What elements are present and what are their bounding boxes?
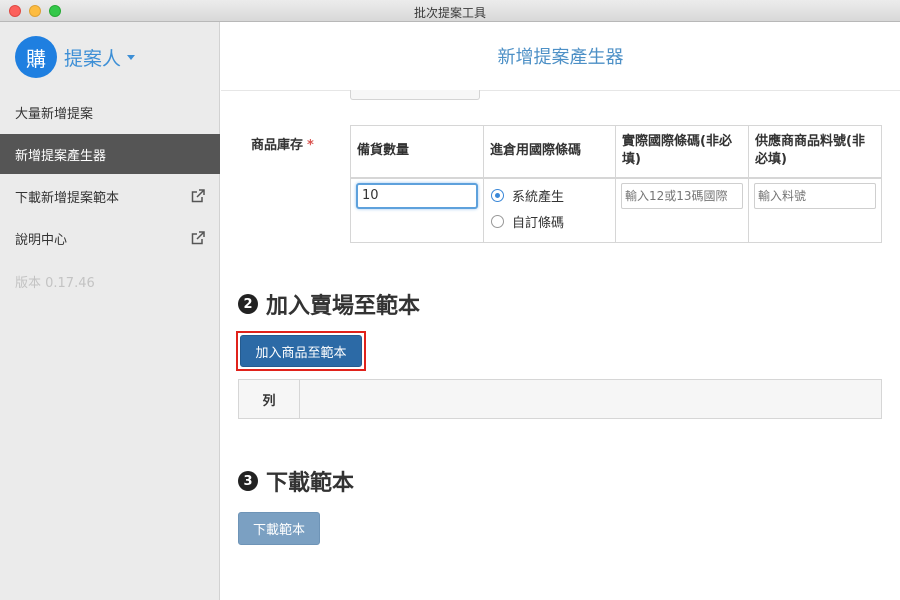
main-content: 新增提案產生器 商品庫存 * 備貨數量 進倉用國際條碼 實際國際條碼(非必填) 供… [221, 22, 900, 600]
section-title: 下載範本 [266, 471, 355, 496]
radio-system-generated[interactable]: 系統產生 [489, 183, 610, 209]
header-warehouse-barcode: 進倉用國際條碼 [483, 125, 616, 179]
step-number-badge: 2 [238, 294, 258, 314]
caret-down-icon [127, 54, 136, 60]
sidebar: 購 提案人 大量新增提案 新增提案產生器 下載新增提案範本 說明中心 版本 0.… [0, 22, 220, 600]
section-heading-download: 3 下載範本 [238, 465, 354, 497]
sidebar-item-label: 下載新增提案範本 [15, 190, 120, 206]
radio-label: 系統產生 [512, 190, 565, 205]
sidebar-item-proposal-generator[interactable]: 新增提案產生器 [0, 134, 220, 174]
header-quantity: 備貨數量 [350, 125, 484, 179]
actual-barcode-input[interactable] [621, 182, 743, 209]
page-header: 新增提案產生器 [221, 22, 900, 91]
sidebar-item-label: 說明中心 [15, 232, 68, 248]
header-actual-barcode: 實際國際條碼(非必填) [615, 125, 749, 179]
header-supplier-part-number: 供應商商品料號(非必填) [748, 125, 882, 179]
sidebar-item-label: 新增提案產生器 [15, 148, 107, 164]
window-titlebar: 批次提案工具 [0, 0, 900, 22]
external-link-icon [191, 189, 205, 203]
sidebar-item-bulk-add[interactable]: 大量新增提案 [0, 92, 220, 132]
radio-unselected-icon[interactable] [491, 215, 504, 228]
brand-name: 提案人 [64, 47, 122, 70]
add-button-highlight: 加入商品至範本 [236, 331, 366, 371]
window-title: 批次提案工具 [413, 6, 486, 20]
stock-label-text: 商品庫存 [251, 138, 304, 153]
step-number-badge: 3 [238, 471, 258, 491]
cell-actual-barcode [615, 177, 749, 243]
template-list-header: 列 [238, 379, 882, 419]
add-product-to-template-button[interactable]: 加入商品至範本 [240, 335, 362, 367]
section-title: 加入賣場至範本 [266, 294, 421, 319]
external-link-icon [191, 231, 205, 245]
cell-quantity [350, 177, 484, 243]
part-number-input[interactable] [754, 182, 876, 209]
version-label: 版本 0.17.46 [15, 276, 95, 291]
stock-label: 商品庫存 * [251, 134, 314, 153]
page-title: 新增提案產生器 [497, 47, 624, 68]
cell-barcode-options: 系統產生 自訂條碼 [483, 177, 616, 243]
stock-table: 備貨數量 進倉用國際條碼 實際國際條碼(非必填) 供應商商品料號(非必填) 系統… [350, 125, 882, 243]
section-heading-add-store: 2 加入賣場至範本 [238, 288, 420, 320]
column-header-row: 列 [239, 380, 300, 418]
sidebar-item-help-center[interactable]: 說明中心 [0, 218, 220, 258]
cell-part-number [748, 177, 882, 243]
sidebar-item-label: 大量新增提案 [15, 106, 94, 122]
radio-label: 自訂條碼 [512, 216, 565, 231]
previous-field-box [350, 90, 480, 100]
sidebar-item-download-template[interactable]: 下載新增提案範本 [0, 176, 220, 216]
avatar: 購 [15, 36, 57, 78]
radio-selected-icon[interactable] [491, 189, 504, 202]
required-mark: * [307, 138, 314, 153]
download-template-button[interactable]: 下載範本 [238, 512, 320, 545]
radio-custom-barcode[interactable]: 自訂條碼 [489, 209, 610, 235]
brand-menu[interactable]: 購 提案人 [15, 36, 136, 78]
quantity-input[interactable] [356, 182, 478, 209]
